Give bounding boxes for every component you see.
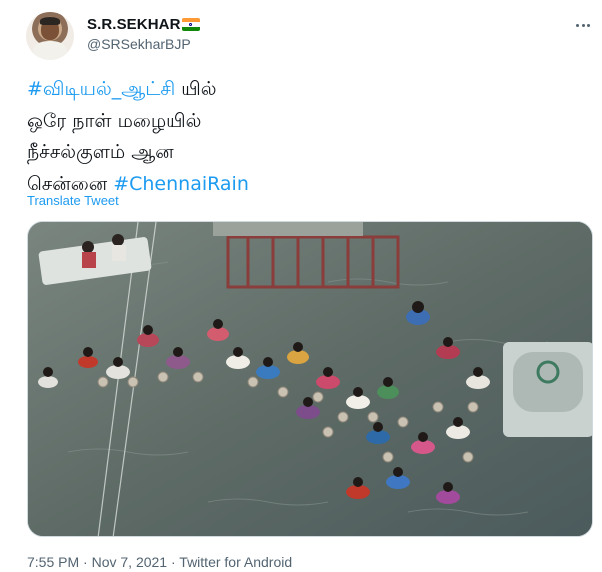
- translate-tweet-link[interactable]: Translate Tweet: [27, 193, 119, 209]
- tweet-card: S.R.SEKHAR @SRSekharBJP #விடியல்_ஆட்சி ய…: [0, 0, 602, 572]
- tweet-line-1: #விடியல்_ஆட்சி யில்: [27, 74, 249, 106]
- tweet-time[interactable]: 7:55 PM: [27, 554, 79, 570]
- hashtag-vidiyal-aatchi[interactable]: #விடியல்_ஆட்சி: [27, 78, 175, 100]
- tweet-metadata: 7:55 PM · Nov 7, 2021 · Twitter for Andr…: [27, 553, 292, 571]
- tweet-text-fragment: யில்: [175, 78, 217, 100]
- tweet-line-3: நீச்சல்குளம் ஆன: [27, 141, 174, 163]
- meta-separator: ·: [79, 554, 92, 570]
- tweet-line-2: ஒரே நாள் மழையில்: [27, 109, 202, 132]
- avatar[interactable]: [26, 12, 74, 60]
- tweet-date[interactable]: Nov 7, 2021: [92, 554, 168, 570]
- flood-photo-illustration: [28, 222, 592, 536]
- tweet-text: #விடியல்_ஆட்சி யில் ஒரே நாள் மழையில் நீச…: [27, 74, 249, 200]
- display-name[interactable]: S.R.SEKHAR: [87, 15, 181, 35]
- india-flag-icon: [182, 18, 200, 31]
- avatar-shirt: [33, 41, 67, 60]
- user-handle[interactable]: @SRSekharBJP: [87, 35, 191, 53]
- avatar-hair: [40, 17, 60, 25]
- tweet-source[interactable]: Twitter for Android: [179, 554, 292, 570]
- tweet-text-fragment: சென்னை: [27, 172, 114, 195]
- tweet-photo[interactable]: [27, 221, 593, 537]
- more-options-icon[interactable]: [570, 12, 596, 38]
- hashtag-chennai-rain[interactable]: #ChennaiRain: [113, 173, 249, 195]
- meta-separator: ·: [167, 554, 180, 570]
